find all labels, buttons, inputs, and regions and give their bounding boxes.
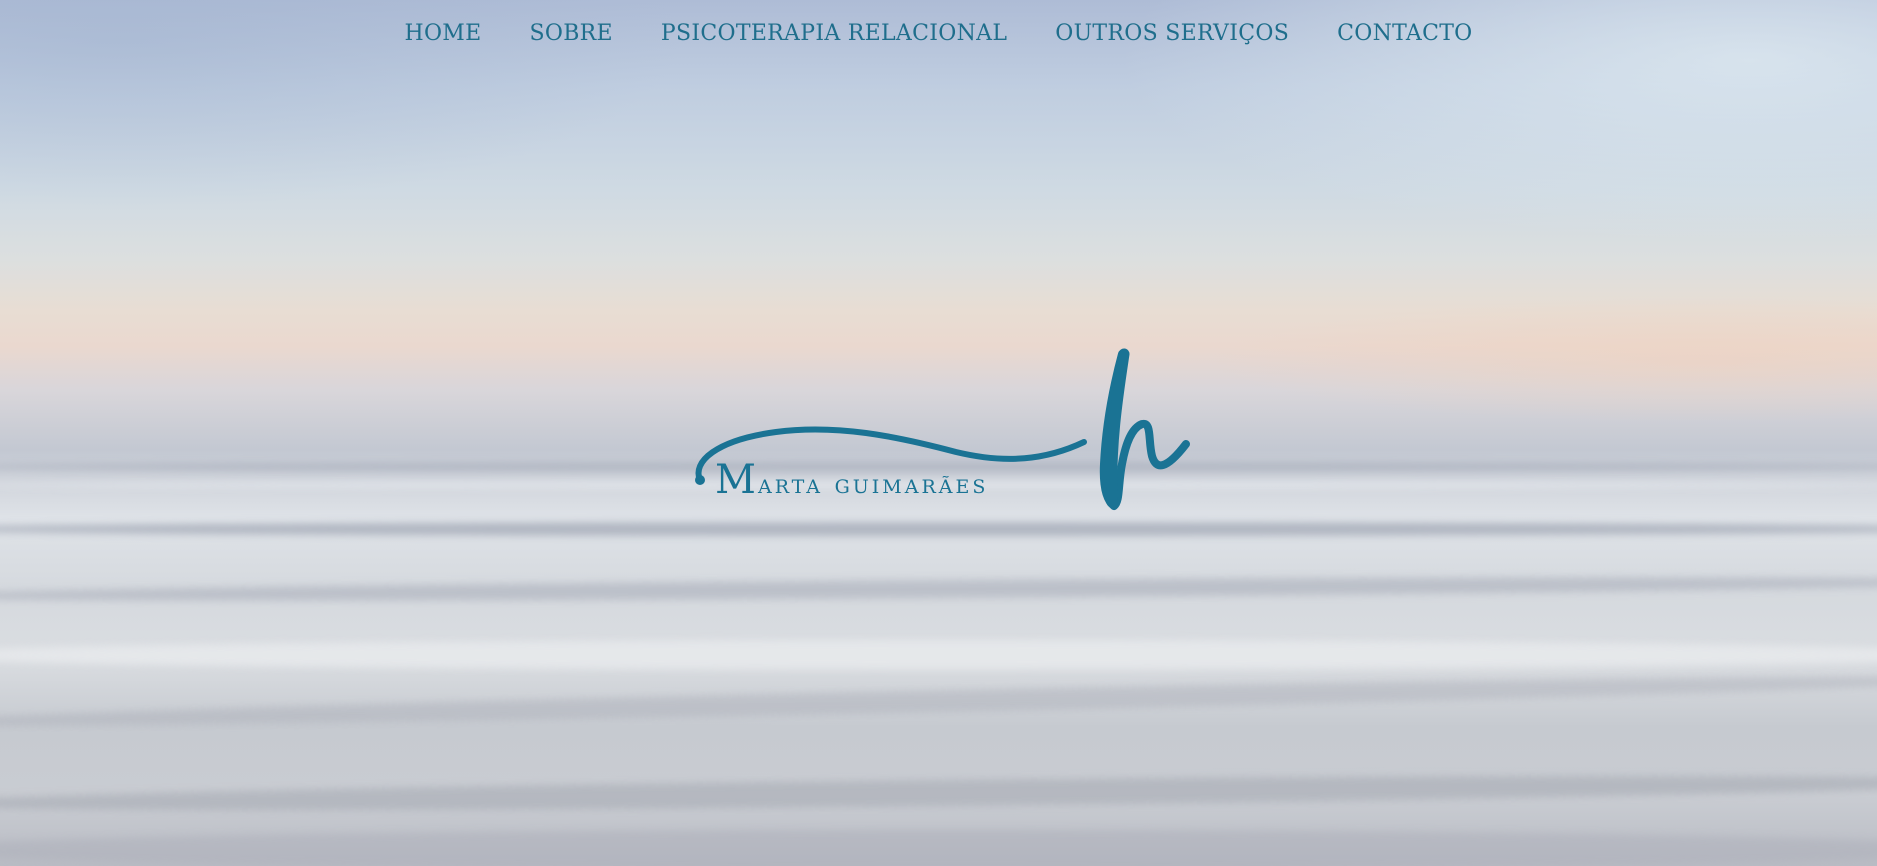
brand-logo[interactable]: Marta guimarães <box>686 344 1206 520</box>
main-navigation: HOME SOBRE PSICOTERAPIA RELACIONAL OUTRO… <box>0 16 1877 52</box>
nav-link-outros-servicos[interactable]: OUTROS SERVIÇOS <box>1031 16 1313 52</box>
sea-streak <box>0 572 1877 606</box>
brand-name-initial: M <box>715 457 758 503</box>
nav-link-home[interactable]: HOME <box>380 16 505 52</box>
sea-streak <box>0 522 1877 536</box>
nav-link-contacto[interactable]: CONTACTO <box>1313 16 1496 52</box>
brand-name-rest: arta guimarães <box>757 469 989 500</box>
sea-streak <box>0 640 1877 670</box>
nav-link-sobre[interactable]: SOBRE <box>506 16 637 52</box>
nav-link-psicoterapia-relacional[interactable]: PSICOTERAPIA RELACIONAL <box>637 16 1031 52</box>
sea-streak <box>0 769 1877 817</box>
sea-streak <box>0 668 1877 734</box>
brand-name: Marta guimarães <box>715 457 988 503</box>
sea-streak <box>0 830 1877 866</box>
